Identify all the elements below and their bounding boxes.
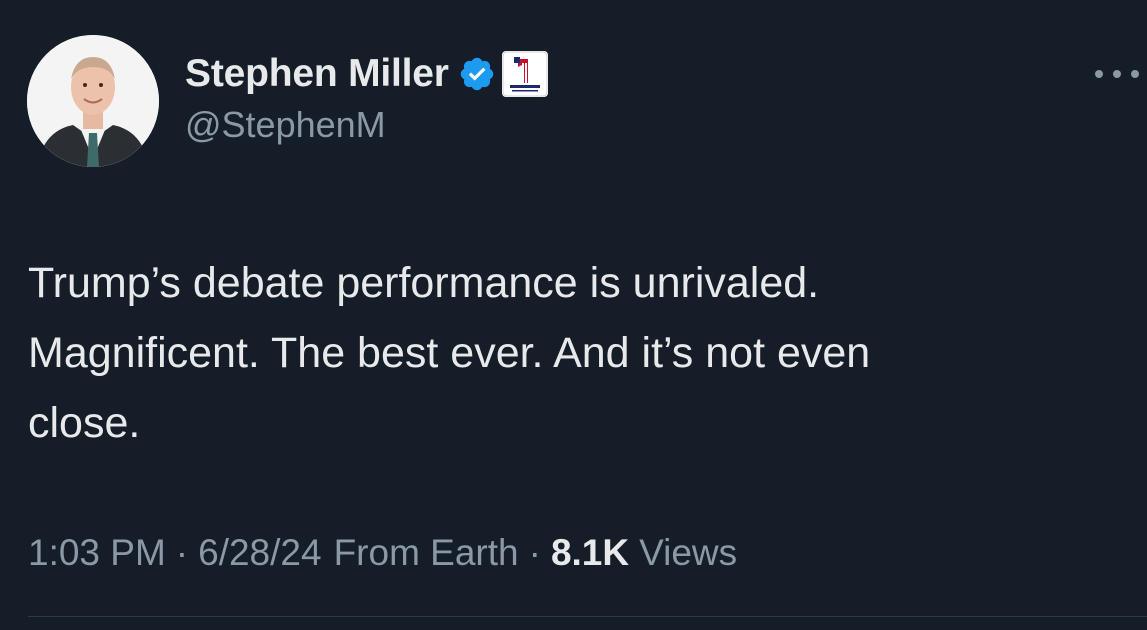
views-count[interactable]: 8.1K (551, 532, 629, 574)
more-dot (1113, 70, 1121, 78)
profile-photo (27, 35, 159, 167)
tweet-metadata: 1:03 PM · 6/28/24 From Earth · 8.1K View… (28, 526, 737, 580)
meta-separator: · (175, 532, 189, 573)
more-dot (1095, 70, 1103, 78)
views-label[interactable]: Views (639, 532, 737, 574)
tweet-text-line: Trump’s debate performance is unrivaled. (28, 259, 820, 307)
america-first-logo-icon (502, 51, 548, 97)
tweet-text-line: Magnificent. The best ever. And it’s not… (28, 329, 871, 377)
tweet-source: From Earth (333, 532, 519, 573)
more-options-icon[interactable] (1095, 60, 1139, 88)
tweet-text: Trump’s debate performance is unrivaled.… (28, 248, 1108, 458)
tweet-text-line: close. (28, 399, 141, 447)
author-name-row: Stephen Miller (185, 48, 548, 100)
verified-badge-icon[interactable] (458, 55, 496, 93)
affiliation-badge[interactable] (501, 51, 548, 97)
tweet-time[interactable]: 1:03 PM (28, 532, 166, 574)
author-handle[interactable]: @StephenM (185, 104, 386, 146)
display-name[interactable]: Stephen Miller (185, 52, 449, 96)
tweet-date[interactable]: 6/28/24 (198, 532, 321, 574)
avatar[interactable] (27, 35, 159, 167)
more-dot (1131, 70, 1139, 78)
divider (28, 616, 1147, 617)
meta-separator: · (528, 532, 541, 573)
